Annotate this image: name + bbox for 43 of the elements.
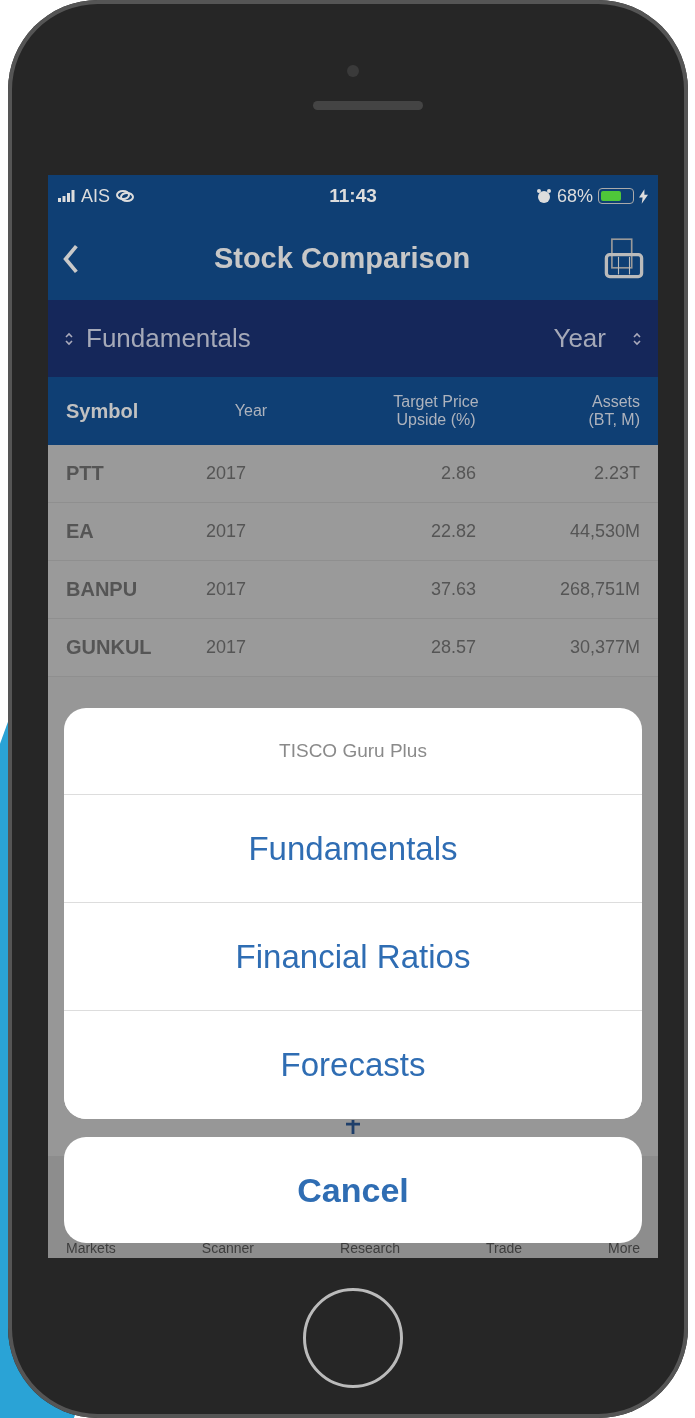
symbol-cell-text: EA [66, 520, 95, 543]
battery-percent: 68% [556, 185, 593, 207]
screen-title: Stock Comparison [213, 242, 471, 275]
plus-icon [346, 1120, 360, 1134]
assets-cell-text: 268,751M [558, 579, 640, 600]
signal-icon [58, 190, 76, 202]
phone-landscape-icon[interactable] [604, 236, 644, 281]
up-down-chevron-icon [632, 330, 642, 347]
assets-cell-text: 44,530M [568, 521, 640, 542]
upside-cell-text: 37.63 [429, 579, 476, 600]
tab-bar-item[interactable]: Trade [485, 1240, 523, 1256]
assets-cell-text: 2.23T [592, 463, 640, 484]
year-cell-text: 2017 [206, 463, 248, 484]
tab-bar-item[interactable]: Research [340, 1240, 400, 1256]
period-selector[interactable]: Year [553, 323, 642, 354]
carrier-name: AIS [81, 185, 110, 207]
year-cell-text: 2017 [206, 579, 248, 600]
upside-cell-text: 2.86 [439, 463, 476, 484]
battery-icon [598, 188, 634, 204]
charging-bolt-icon [639, 188, 648, 204]
up-down-chevron-icon [64, 330, 74, 347]
home-button[interactable] [303, 1288, 403, 1388]
symbol-cell-text: GUNKUL [66, 636, 153, 659]
tab-bar-item[interactable]: Scanner [201, 1240, 254, 1256]
assets-cell-text: 30,377M [568, 637, 640, 658]
tab-bar-item[interactable]: Markets [66, 1240, 116, 1256]
alarm-clock-icon [535, 188, 552, 204]
column-header[interactable]: Symbol [66, 399, 206, 423]
year-cell-text: 2017 [206, 637, 248, 658]
cancel-button[interactable]: Cancel [64, 1137, 642, 1243]
upside-cell-text: 22.82 [429, 521, 476, 542]
year-cell-text: 2017 [206, 521, 248, 542]
back-icon[interactable] [62, 243, 80, 274]
symbol-cell-text: PTT [66, 462, 105, 485]
column-header[interactable]: Assets (BT, M) [496, 393, 640, 429]
column-header[interactable]: Year [206, 402, 296, 420]
tab-bar-item[interactable]: More [608, 1240, 640, 1256]
column-header[interactable]: Target Price Upside (%) [296, 393, 496, 429]
upside-cell-text: 28.57 [429, 637, 476, 658]
symbol-cell-text: BANPU [66, 578, 139, 601]
status-time: 11:43 [329, 185, 377, 207]
link-icon [115, 188, 135, 204]
category-selector[interactable]: Fundamentals [64, 323, 251, 354]
